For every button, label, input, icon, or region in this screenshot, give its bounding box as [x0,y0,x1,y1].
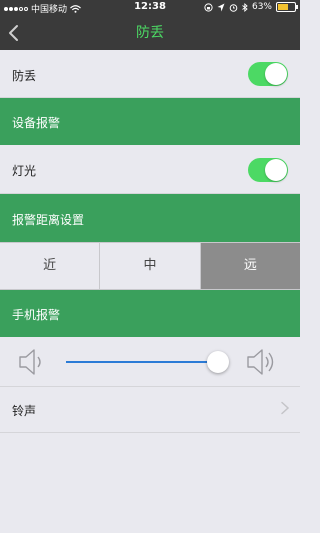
volume-high-icon [247,349,274,375]
chevron-right-icon [281,401,290,415]
battery-percent: 63% [251,2,272,12]
navigation-bar: 防丢 [0,16,300,50]
section-distance: 报警距离设置 [0,194,300,242]
toggle-knob [265,63,287,85]
volume-slider-track[interactable] [66,361,226,363]
chevron-left-icon [9,25,18,41]
status-right: 63% [204,2,298,12]
section-phone-alarm-label: 手机报警 [12,308,61,322]
toggle-knob [265,159,287,181]
battery-icon [276,2,298,12]
alarm-icon [229,3,238,12]
bluetooth-icon [242,2,248,12]
anti-loss-toggle[interactable] [248,62,288,86]
status-bar: 中国移动 12:38 63% [0,0,300,16]
anti-loss-label: 防丢 [12,69,37,83]
distance-option-far[interactable]: 远 [199,243,300,289]
section-distance-label: 报警距离设置 [12,213,85,227]
distance-option-near[interactable]: 近 [0,243,100,289]
back-button[interactable] [4,20,26,46]
light-row: 灯光 [0,145,300,194]
section-phone-alarm: 手机报警 [0,290,300,337]
ringtone-row[interactable]: 铃声 [0,387,300,433]
light-toggle[interactable] [248,158,288,182]
anti-loss-row: 防丢 [0,50,300,98]
ringtone-label: 铃声 [12,404,37,418]
battery-fill [278,4,288,10]
lock-rotation-icon [204,2,213,12]
volume-slider-thumb[interactable] [207,351,229,373]
location-icon [217,3,225,11]
volume-low-icon [19,349,41,375]
distance-option-medium[interactable]: 中 [99,243,200,289]
volume-row [0,337,300,387]
light-label: 灯光 [12,164,37,178]
distance-segmented-control: 近 中 远 [0,242,300,290]
section-device-alarm: 设备报警 [0,98,300,145]
section-device-alarm-label: 设备报警 [12,116,61,130]
page-title: 防丢 [136,25,164,41]
